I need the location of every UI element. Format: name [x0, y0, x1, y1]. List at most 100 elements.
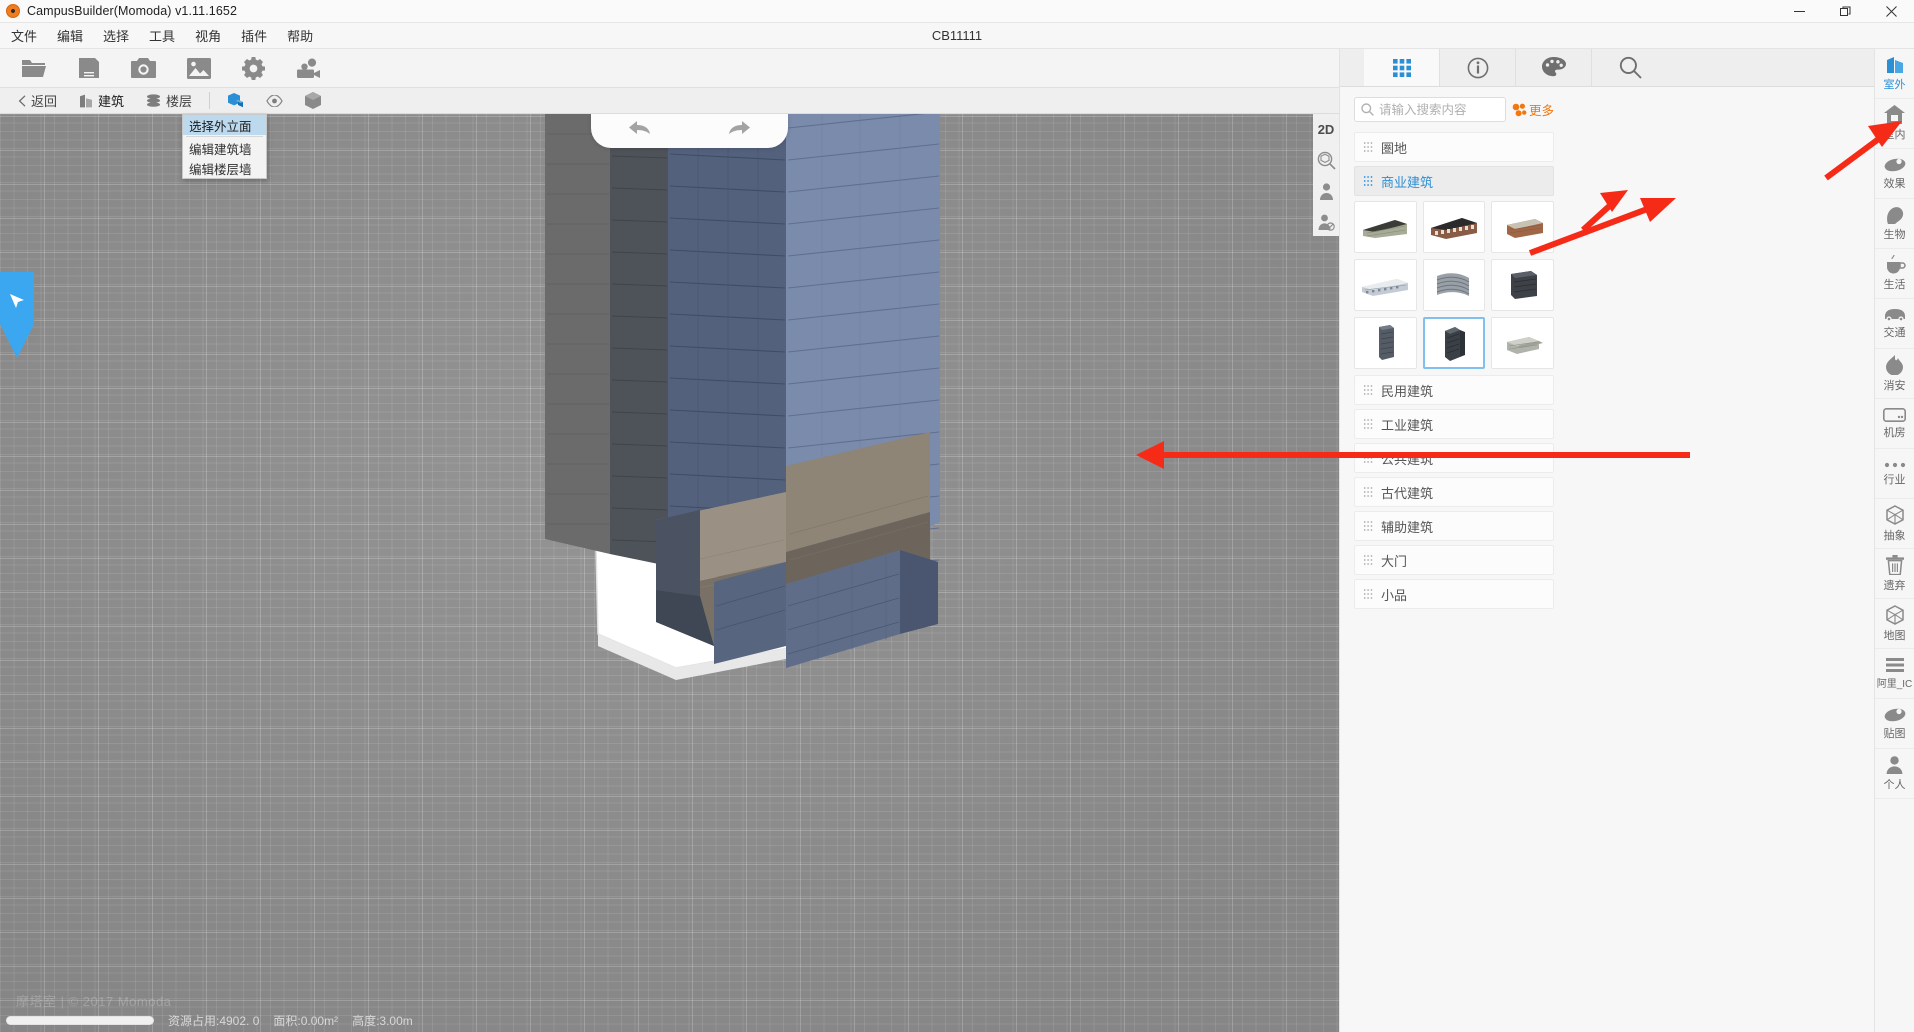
rail-label: 交通 [1883, 327, 1906, 339]
rail-item-indoor[interactable]: 室内 [1875, 99, 1914, 149]
folder-open-icon [21, 60, 46, 77]
dropdown-item-select-facade[interactable]: 选择外立面 [183, 115, 266, 135]
grip-dots-icon [1363, 487, 1373, 497]
title-bar: CampusBuilder(Momoda) v1.11.1652 [0, 0, 1914, 23]
model-thumb-3[interactable] [1491, 201, 1554, 253]
chevron-left-icon [18, 94, 26, 107]
tab-material[interactable] [1516, 49, 1592, 86]
visibility-button[interactable] [256, 88, 293, 113]
save-project-button[interactable] [61, 49, 116, 87]
dropdown-item-edit-building-wall[interactable]: 编辑建筑墙 [183, 138, 266, 158]
cube-facade-icon [227, 92, 244, 109]
menu-plugins[interactable]: 插件 [232, 23, 276, 48]
maximize-button[interactable] [1822, 0, 1868, 23]
redo-button[interactable] [727, 120, 751, 143]
category-item-auxiliary[interactable]: 辅助建筑 [1354, 511, 1554, 541]
save-icon [78, 58, 99, 78]
rail-label: 机房 [1883, 426, 1906, 439]
zoom-extents-icon[interactable] [1314, 149, 1338, 171]
facade-button[interactable] [217, 88, 254, 113]
rail-label: 行业 [1883, 473, 1906, 486]
rail-item-creature[interactable]: 生物 [1875, 199, 1914, 249]
image-button[interactable] [171, 49, 226, 87]
rail-label: 效果 [1883, 178, 1906, 190]
rail-item-effect[interactable]: 效果 [1875, 149, 1914, 199]
screenshot-button[interactable] [116, 49, 171, 87]
server-icon [1883, 407, 1906, 422]
person-disabled-icon[interactable] [1314, 211, 1338, 233]
rail-item-texture[interactable]: 贴图 [1875, 699, 1914, 749]
open-project-button[interactable] [6, 49, 61, 87]
model-thumb-9[interactable] [1491, 317, 1554, 369]
rail-item-server-room[interactable]: 机房 [1875, 399, 1914, 449]
tab-resources[interactable] [1364, 49, 1440, 86]
resource-panel-tabs [1340, 49, 1874, 87]
category-item-commercial[interactable]: 商业建筑 [1354, 166, 1554, 196]
record-button[interactable] [281, 49, 336, 87]
category-item-decoration[interactable]: 小品 [1354, 579, 1554, 609]
tab-info[interactable] [1440, 49, 1516, 86]
dropdown-item-edit-floor-wall[interactable]: 编辑楼层墙 [183, 158, 266, 178]
more-button[interactable]: 更多 [1512, 100, 1554, 119]
menu-tools[interactable]: 工具 [140, 23, 184, 48]
grip-dots-icon [1363, 142, 1373, 152]
rail-item-industry[interactable]: 行业 [1875, 449, 1914, 499]
building-button[interactable]: 建筑 [69, 88, 134, 113]
model-thumb-2[interactable] [1422, 201, 1486, 253]
info-icon [1467, 57, 1488, 78]
category-item-enclosure[interactable]: 圏地 [1354, 132, 1554, 162]
search-input[interactable] [1379, 102, 1499, 117]
model-thumb-1[interactable] [1354, 201, 1417, 253]
cube-button[interactable] [295, 88, 331, 113]
viewport-3d[interactable]: 2D 摩塔室 | © 2017 Momoda 资源占用:4902. 0 面积:0… [0, 114, 1339, 1032]
category-label: 工业建筑 [1381, 417, 1434, 433]
cursor-arrow-icon [0, 272, 34, 358]
back-button[interactable]: 返回 [8, 88, 67, 113]
close-button[interactable] [1868, 0, 1914, 23]
person-view-icon[interactable] [1314, 180, 1338, 202]
tab-search[interactable] [1592, 49, 1668, 86]
rail-item-ali-ic[interactable]: 阿里_IC [1875, 649, 1914, 699]
category-item-public[interactable]: 公共建筑 [1354, 443, 1554, 473]
category-label: 古代建筑 [1381, 485, 1434, 501]
minimize-button[interactable] [1776, 0, 1822, 23]
category-list: 圏地 商业建筑 民用建筑 工业建筑 公共建筑 古代建筑 辅助建筑 大门 小品 [1354, 132, 1554, 609]
wireframe-cube-icon [1885, 504, 1904, 525]
view-2d-toggle[interactable]: 2D [1314, 118, 1338, 140]
rail-item-abstract[interactable]: 抽象 [1875, 499, 1914, 549]
menu-edit[interactable]: 编辑 [48, 23, 92, 48]
settings-button[interactable] [226, 49, 281, 87]
rail-item-discarded[interactable]: 遗弃 [1875, 549, 1914, 599]
model-thumb-6[interactable] [1491, 259, 1554, 311]
rail-item-outdoor[interactable]: 室外 [1875, 49, 1914, 99]
search-box[interactable] [1354, 97, 1506, 122]
palette-icon [1541, 57, 1566, 77]
rail-label: 生物 [1883, 228, 1906, 241]
model-thumbnail-grid [1354, 201, 1554, 369]
undo-button[interactable] [628, 120, 652, 143]
menu-select[interactable]: 选择 [94, 23, 138, 48]
model-thumb-5[interactable] [1422, 259, 1486, 311]
category-item-industrial[interactable]: 工业建筑 [1354, 409, 1554, 439]
resource-panel: 更多 圏地 商业建筑 [1339, 49, 1874, 1032]
rail-item-life[interactable]: 生活 [1875, 249, 1914, 299]
image-icon [186, 57, 211, 79]
menu-file[interactable]: 文件 [2, 23, 46, 48]
rail-item-personal[interactable]: 个人 [1875, 749, 1914, 799]
search-icon [1361, 103, 1374, 116]
floor-button[interactable]: 楼层 [136, 88, 202, 113]
category-item-gate[interactable]: 大门 [1354, 545, 1554, 575]
menu-help[interactable]: 帮助 [278, 23, 322, 48]
model-thumb-7[interactable] [1354, 317, 1417, 369]
category-item-residential[interactable]: 民用建筑 [1354, 375, 1554, 405]
camera-icon [131, 57, 156, 78]
rail-item-traffic[interactable]: 交通 [1875, 299, 1914, 349]
building-model[interactable] [0, 114, 1339, 1032]
category-item-ancient[interactable]: 古代建筑 [1354, 477, 1554, 507]
model-thumb-4[interactable] [1354, 259, 1417, 311]
rail-item-fire-safety[interactable]: 消安 [1875, 349, 1914, 399]
menu-view[interactable]: 视角 [186, 23, 230, 48]
model-thumb-8[interactable] [1422, 317, 1486, 369]
rail-item-map[interactable]: 地图 [1875, 599, 1914, 649]
menu-bar: 文件 编辑 选择 工具 视角 插件 帮助 CB11111 [0, 23, 1914, 49]
